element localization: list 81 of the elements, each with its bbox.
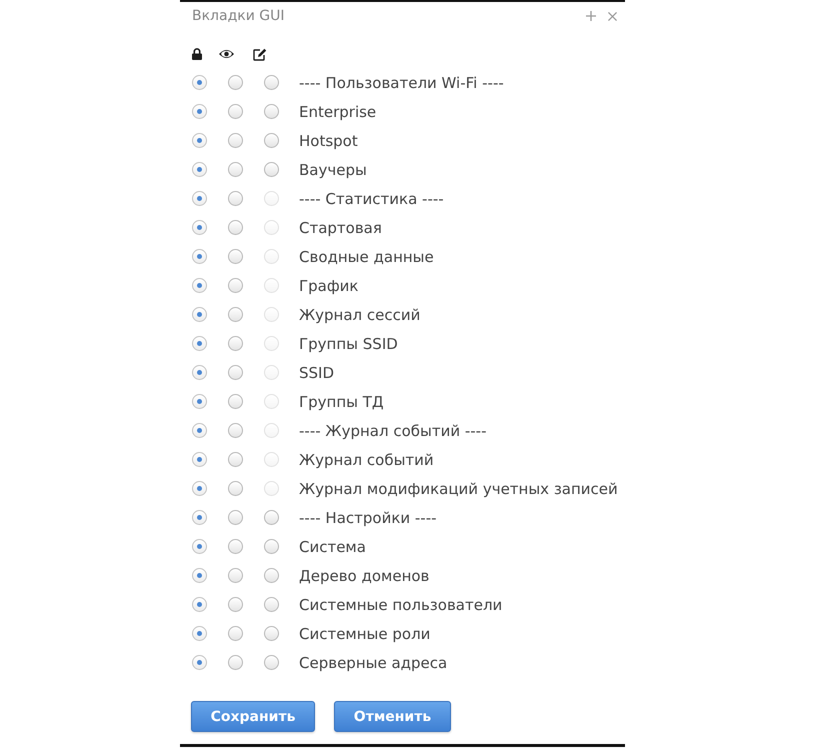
- row-label: ---- Пользователи Wi-Fi ----: [299, 74, 504, 92]
- radio-button[interactable]: [192, 75, 207, 90]
- radio-button[interactable]: [228, 510, 243, 525]
- row-label: Журнал сессий: [299, 306, 420, 324]
- close-icon[interactable]: [608, 12, 617, 20]
- radio-button[interactable]: [228, 539, 243, 554]
- row-label: Группы ТД: [299, 392, 384, 410]
- row-label: Стартовая: [299, 218, 382, 236]
- radio-button[interactable]: [228, 655, 243, 670]
- row-label: Серверные адреса: [299, 654, 448, 672]
- row-label: Группы SSID: [299, 334, 398, 352]
- eye-icon: [219, 49, 234, 59]
- radio-button[interactable]: [264, 597, 279, 612]
- row-label: Дерево доменов: [299, 566, 430, 584]
- radio-button[interactable]: [228, 307, 243, 322]
- radio-button[interactable]: [264, 539, 279, 554]
- radio-button[interactable]: [228, 249, 243, 264]
- radio-button[interactable]: [228, 75, 243, 90]
- radio-button[interactable]: [228, 597, 243, 612]
- plus-icon[interactable]: [586, 11, 596, 21]
- radio-button[interactable]: [264, 104, 279, 119]
- row-label: Системные пользователи: [299, 596, 502, 614]
- row-label: Системные роли: [299, 624, 430, 642]
- radio-button[interactable]: [228, 336, 243, 351]
- radio-button[interactable]: [228, 220, 243, 235]
- radio-button[interactable]: [192, 336, 207, 351]
- radio-button[interactable]: [228, 452, 243, 467]
- radio-button[interactable]: [192, 249, 207, 264]
- radio-button[interactable]: [228, 162, 243, 177]
- row-label: ---- Статистика ----: [299, 190, 444, 208]
- radio-button[interactable]: [228, 365, 243, 380]
- radio-button[interactable]: [264, 75, 279, 90]
- radio-button[interactable]: [192, 220, 207, 235]
- radio-button[interactable]: [192, 655, 207, 670]
- radio-button[interactable]: [192, 307, 207, 322]
- radio-button[interactable]: [192, 452, 207, 467]
- radio-button[interactable]: [192, 133, 207, 148]
- radio-button[interactable]: [228, 278, 243, 293]
- row-label: Система: [299, 538, 366, 556]
- radio-button[interactable]: [192, 365, 207, 380]
- radio-button[interactable]: [192, 597, 207, 612]
- radio-button[interactable]: [228, 568, 243, 583]
- radio-button[interactable]: [192, 278, 207, 293]
- radio-button[interactable]: [192, 481, 207, 496]
- radio-button[interactable]: [192, 510, 207, 525]
- row-label: SSID: [299, 364, 334, 382]
- panel-title: Вкладки GUI: [192, 8, 284, 24]
- save-button[interactable]: Сохранить: [191, 701, 315, 732]
- row-label: Ваучеры: [299, 160, 367, 178]
- radio-button[interactable]: [264, 626, 279, 641]
- row-label: Журнал модификаций учетных записей: [299, 480, 618, 498]
- radio-button[interactable]: [192, 162, 207, 177]
- radio-button[interactable]: [264, 510, 279, 525]
- radio-button[interactable]: [228, 394, 243, 409]
- radio-button[interactable]: [228, 423, 243, 438]
- row-label: Enterprise: [299, 102, 376, 120]
- row-label: Журнал событий: [299, 450, 434, 468]
- radio-button[interactable]: [228, 104, 243, 119]
- radio-button[interactable]: [192, 394, 207, 409]
- radio-button[interactable]: [192, 539, 207, 554]
- radio-button[interactable]: [264, 568, 279, 583]
- radio-button[interactable]: [192, 191, 207, 206]
- row-label: Hotspot: [299, 132, 358, 150]
- lock-icon: [192, 48, 202, 60]
- radio-button[interactable]: [192, 626, 207, 641]
- radio-button[interactable]: [228, 191, 243, 206]
- radio-button[interactable]: [192, 568, 207, 583]
- radio-button[interactable]: [228, 626, 243, 641]
- radio-button[interactable]: [264, 655, 279, 670]
- pencil-square-icon: [253, 48, 267, 60]
- radio-button[interactable]: [228, 481, 243, 496]
- row-label: ---- Настройки ----: [299, 508, 437, 526]
- row-label: ---- Журнал событий ----: [299, 422, 486, 440]
- row-label: График: [299, 276, 358, 294]
- radio-button[interactable]: [192, 423, 207, 438]
- cancel-button[interactable]: Отменить: [334, 701, 451, 732]
- radio-button[interactable]: [192, 104, 207, 119]
- radio-button[interactable]: [228, 133, 243, 148]
- row-label: Сводные данные: [299, 248, 434, 266]
- radio-button[interactable]: [264, 162, 279, 177]
- radio-button[interactable]: [264, 133, 279, 148]
